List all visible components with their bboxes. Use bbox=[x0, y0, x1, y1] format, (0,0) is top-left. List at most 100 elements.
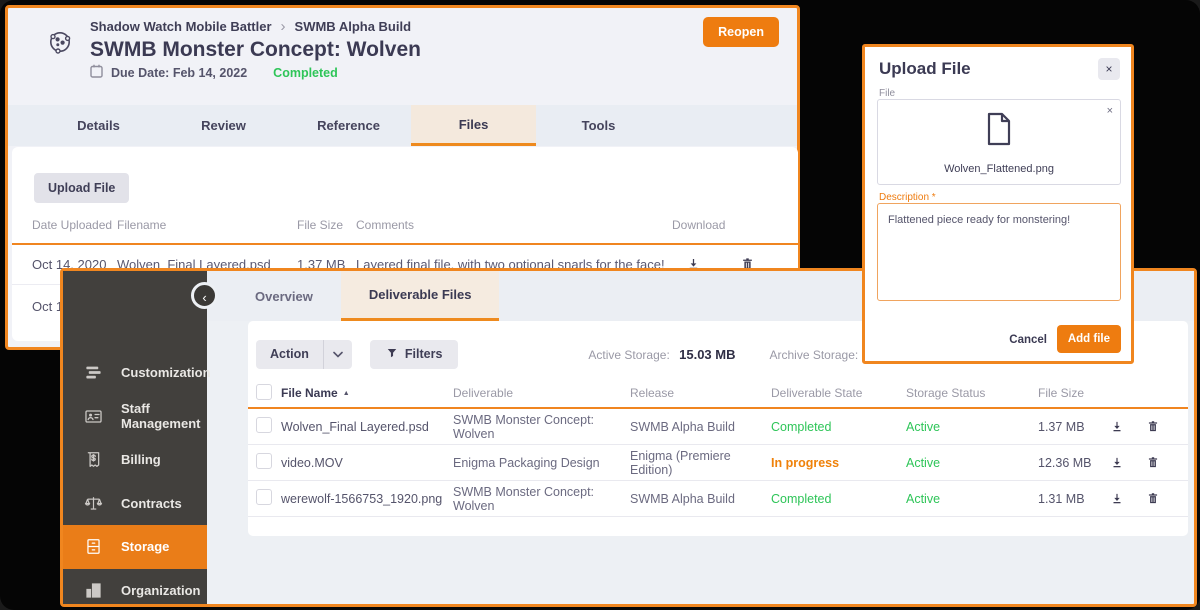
select-all-checkbox[interactable] bbox=[256, 384, 272, 400]
upload-file-modal: Upload File × File × Wolven_Flattened.pn… bbox=[862, 44, 1134, 364]
cell-size: 1.37 MB bbox=[1038, 420, 1108, 434]
cell-state: Completed bbox=[771, 420, 906, 434]
filters-button[interactable]: Filters bbox=[370, 340, 459, 369]
row-checkbox[interactable] bbox=[256, 453, 272, 469]
cancel-button[interactable]: Cancel bbox=[1003, 333, 1053, 347]
filters-label: Filters bbox=[405, 347, 443, 361]
tab-reference[interactable]: Reference bbox=[286, 105, 411, 146]
upload-file-button[interactable]: Upload File bbox=[34, 173, 129, 203]
tab-deliverable-files[interactable]: Deliverable Files bbox=[341, 271, 500, 321]
sidebar-collapse-button[interactable]: ‹ bbox=[191, 282, 218, 309]
row-checkbox[interactable] bbox=[256, 489, 272, 505]
tab-details[interactable]: Details bbox=[36, 105, 161, 146]
selected-file-name: Wolven_Flattened.png bbox=[878, 163, 1120, 175]
action-label: Action bbox=[256, 340, 323, 369]
deliverable-tab-bar: Details Review Reference Files Tools bbox=[8, 105, 797, 146]
col-comments: Comments bbox=[356, 218, 672, 232]
download-icon[interactable] bbox=[1108, 489, 1126, 508]
storage-table-header: File Name▲ Deliverable Release Deliverab… bbox=[248, 379, 1188, 407]
cell-size: 1.31 MB bbox=[1038, 492, 1108, 506]
sidebar-label: Storage bbox=[121, 539, 169, 554]
sidebar-label: Billing bbox=[121, 452, 161, 467]
cell-state: Completed bbox=[771, 492, 906, 506]
status-badge: Completed bbox=[273, 66, 338, 80]
col-date-uploaded: Date Uploaded bbox=[32, 218, 117, 232]
screen: Shadow Watch Mobile Battler › SWMB Alpha… bbox=[0, 0, 1200, 610]
tab-tools[interactable]: Tools bbox=[536, 105, 661, 146]
breadcrumb: Shadow Watch Mobile Battler › SWMB Alpha… bbox=[90, 18, 411, 35]
cell-file-name: werewolf-1566753_1920.png bbox=[281, 492, 453, 506]
due-date-row: Due Date: Feb 14, 2022 Completed bbox=[90, 64, 338, 81]
chevron-right-icon: › bbox=[281, 18, 286, 35]
cell-storage-status: Active bbox=[906, 456, 1038, 470]
close-icon[interactable]: × bbox=[1098, 58, 1120, 80]
sidebar-item-billing[interactable]: Billing bbox=[63, 438, 207, 482]
row-checkbox[interactable] bbox=[256, 417, 272, 433]
col-release: Release bbox=[630, 386, 771, 400]
col-filename: Filename bbox=[117, 218, 297, 232]
trash-icon[interactable] bbox=[1144, 417, 1162, 436]
sidebar-label: Contracts bbox=[121, 496, 182, 511]
cell-size: 12.36 MB bbox=[1038, 456, 1108, 470]
description-textarea[interactable] bbox=[877, 203, 1121, 301]
add-file-button[interactable]: Add file bbox=[1057, 325, 1121, 353]
sidebar-item-storage[interactable]: Storage bbox=[63, 525, 207, 569]
modal-title: Upload File bbox=[879, 59, 971, 79]
due-date-text: Due Date: Feb 14, 2022 bbox=[111, 66, 247, 80]
cell-release: SWMB Alpha Build bbox=[630, 420, 771, 434]
sidebar: Customization Staff Management bbox=[63, 271, 207, 604]
file-field-label: File bbox=[879, 88, 895, 99]
sort-asc-icon: ▲ bbox=[343, 390, 350, 397]
col-download: Download bbox=[672, 218, 738, 232]
file-document-icon bbox=[985, 112, 1013, 151]
col-deliverable-state: Deliverable State bbox=[771, 386, 906, 400]
cell-storage-status: Active bbox=[906, 420, 1038, 434]
sidebar-item-staff-management[interactable]: Staff Management bbox=[63, 395, 207, 439]
files-table-header: Date Uploaded Filename File Size Comment… bbox=[12, 211, 790, 239]
trash-icon[interactable] bbox=[1144, 453, 1162, 472]
table-row[interactable]: werewolf-1566753_1920.png SWMB Monster C… bbox=[248, 481, 1188, 517]
cell-deliverable: Enigma Packaging Design bbox=[453, 456, 630, 470]
action-button[interactable]: Action bbox=[256, 340, 352, 369]
col-storage-status: Storage Status bbox=[906, 386, 1038, 400]
active-storage-label: Active Storage: bbox=[588, 348, 669, 362]
breadcrumb-item-release[interactable]: SWMB Alpha Build bbox=[295, 19, 412, 34]
sidebar-label: Organization bbox=[121, 583, 200, 598]
chevron-down-icon[interactable] bbox=[323, 340, 352, 369]
page-title: SWMB Monster Concept: Wolven bbox=[90, 38, 421, 62]
breadcrumb-item-project[interactable]: Shadow Watch Mobile Battler bbox=[90, 19, 272, 34]
sidebar-label: Customization bbox=[121, 365, 211, 380]
cell-release: SWMB Alpha Build bbox=[630, 492, 771, 506]
tab-files[interactable]: Files bbox=[411, 105, 536, 146]
cell-file-name: video.MOV bbox=[281, 456, 453, 470]
download-icon[interactable] bbox=[1108, 417, 1126, 436]
cell-file-name: Wolven_Final Layered.psd bbox=[281, 420, 453, 434]
cell-deliverable: SWMB Monster Concept: Wolven bbox=[453, 413, 630, 441]
col-file-size: File Size bbox=[297, 218, 356, 232]
download-icon[interactable] bbox=[1108, 453, 1126, 472]
cell-release: Enigma (Premiere Edition) bbox=[630, 449, 771, 477]
table-row[interactable]: Wolven_Final Layered.psd SWMB Monster Co… bbox=[248, 409, 1188, 445]
remove-file-icon[interactable]: × bbox=[1105, 103, 1115, 119]
filter-icon bbox=[386, 347, 398, 362]
col-deliverable: Deliverable bbox=[453, 386, 630, 400]
description-label: Description * bbox=[879, 192, 936, 203]
cell-deliverable: SWMB Monster Concept: Wolven bbox=[453, 485, 630, 513]
calendar-icon bbox=[90, 64, 103, 81]
table-row[interactable]: video.MOV Enigma Packaging Design Enigma… bbox=[248, 445, 1188, 481]
trash-icon[interactable] bbox=[1144, 489, 1162, 508]
cell-state: In progress bbox=[771, 456, 906, 470]
sidebar-item-contracts[interactable]: Contracts bbox=[63, 482, 207, 526]
reopen-button[interactable]: Reopen bbox=[703, 17, 779, 47]
file-dropzone[interactable]: × Wolven_Flattened.png bbox=[877, 99, 1121, 185]
sidebar-item-customization[interactable]: Customization bbox=[63, 351, 207, 395]
tab-overview[interactable]: Overview bbox=[227, 271, 341, 321]
archive-storage-label: Archive Storage: bbox=[770, 348, 859, 362]
col-file-name[interactable]: File Name▲ bbox=[281, 386, 453, 400]
sidebar-label: Staff Management bbox=[121, 401, 207, 431]
deliverable-header: Shadow Watch Mobile Battler › SWMB Alpha… bbox=[8, 8, 797, 105]
tab-review[interactable]: Review bbox=[161, 105, 286, 146]
app-logo-icon bbox=[46, 28, 74, 61]
col-file-size: File Size bbox=[1038, 386, 1108, 400]
sidebar-item-organization[interactable]: Organization bbox=[63, 569, 207, 610]
